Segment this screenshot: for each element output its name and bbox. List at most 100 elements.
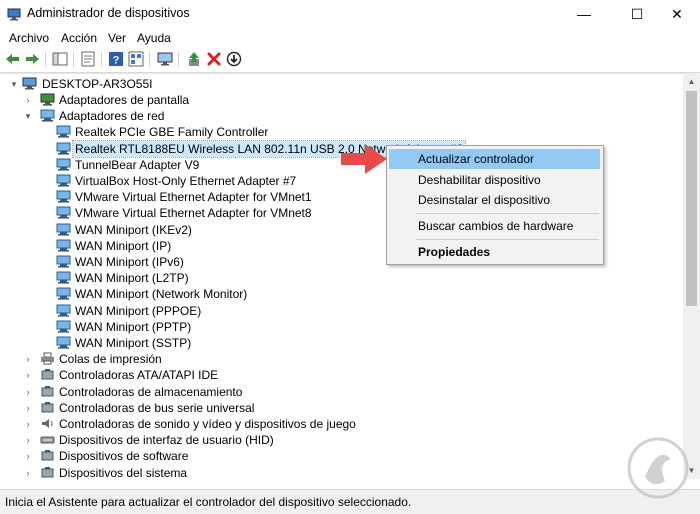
tree-item-label: Dispositivos del sistema <box>59 465 188 480</box>
system-device-icon <box>41 466 54 478</box>
network-card-icon <box>56 255 71 268</box>
scan-hardware-icon[interactable] <box>157 51 173 67</box>
tree-item-label: Dispositivos de software <box>59 449 189 464</box>
display-adapter-icon <box>40 93 55 106</box>
menu-item-uninstall-device[interactable]: Desinstalar el dispositivo <box>389 190 600 210</box>
storage-controller-icon <box>41 385 54 397</box>
expand-icon[interactable]: › <box>23 92 33 108</box>
menu-separator <box>416 239 599 240</box>
usb-controller-icon <box>41 401 54 413</box>
toolbar-separator <box>178 52 179 67</box>
expand-icon[interactable]: › <box>23 367 33 383</box>
menu-archivo[interactable]: Archivo <box>9 31 49 45</box>
toolbar-separator <box>73 52 74 67</box>
title-bar: Administrador de dispositivos — ☐ ✕ <box>0 0 700 29</box>
menu-item-label: Buscar cambios de hardware <box>418 219 574 233</box>
back-icon[interactable] <box>5 51 21 67</box>
view-icon[interactable] <box>128 51 144 67</box>
collapse-icon[interactable]: ▾ <box>23 108 33 124</box>
annotation-arrow-icon <box>341 144 387 174</box>
menu-item-label: Desinstalar el dispositivo <box>418 193 551 207</box>
close-button[interactable]: ✕ <box>654 0 700 29</box>
update-driver-icon[interactable] <box>186 51 202 67</box>
menu-item-label: Deshabilitar dispositivo <box>418 173 541 187</box>
menu-item-label: Actualizar controlador <box>418 152 535 166</box>
collapse-icon[interactable]: ▾ <box>9 76 19 92</box>
network-card-icon <box>56 158 71 171</box>
network-card-icon <box>56 239 71 252</box>
network-card-icon <box>56 174 71 187</box>
scroll-up-icon[interactable]: ▲ <box>683 73 700 90</box>
menu-item-update-driver[interactable]: Actualizar controlador <box>389 149 600 169</box>
toolbar-separator <box>101 52 102 67</box>
toolbar-separator <box>149 52 150 67</box>
menu-ver[interactable]: Ver <box>108 31 126 45</box>
menu-accion[interactable]: Acción <box>61 31 97 45</box>
expand-icon[interactable]: › <box>23 384 33 400</box>
expand-icon[interactable]: › <box>23 351 33 367</box>
expand-icon[interactable]: › <box>23 465 33 480</box>
tree-item-label: VMware Virtual Ethernet Adapter for VMne… <box>75 190 312 205</box>
tree-item-label: WAN Miniport (L2TP) <box>75 271 189 286</box>
window-title: Administrador de dispositivos <box>27 6 190 20</box>
status-bar: Inicia el Asistente para actualizar el c… <box>0 489 700 514</box>
ide-controller-icon <box>41 369 54 380</box>
network-card-icon <box>56 320 71 333</box>
disable-device-icon[interactable] <box>226 51 242 67</box>
expand-icon[interactable]: › <box>23 432 33 448</box>
tree-item-label: Realtek PCIe GBE Family Controller <box>75 125 269 140</box>
scrollbar-thumb[interactable] <box>686 91 697 306</box>
menu-ayuda[interactable]: Ayuda <box>137 31 171 45</box>
tree-item-label: Dispositivos de interfaz de usuario (HID… <box>59 433 274 448</box>
printer-icon <box>41 352 54 365</box>
network-card-icon <box>56 125 71 138</box>
software-device-icon <box>41 450 54 461</box>
tree-item-label: WAN Miniport (SSTP) <box>75 336 192 350</box>
network-card-icon <box>56 304 71 317</box>
forward-icon[interactable] <box>24 51 40 67</box>
tree-item-label: VMware Virtual Ethernet Adapter for VMne… <box>75 206 312 221</box>
vertical-scrollbar[interactable]: ▲ ▼ <box>683 73 700 479</box>
menu-separator <box>416 213 599 214</box>
network-card-icon <box>56 271 71 284</box>
tree-item-label: WAN Miniport (Network Monitor) <box>75 287 248 302</box>
computer-icon <box>22 77 37 90</box>
menu-bar: Archivo Acción Ver Ayuda <box>0 29 700 48</box>
status-text: Inicia el Asistente para actualizar el c… <box>5 495 412 509</box>
device-manager-icon <box>7 8 21 21</box>
expand-icon[interactable]: › <box>23 400 33 416</box>
show-hide-tree-icon[interactable] <box>52 51 68 67</box>
network-card-icon <box>56 336 71 349</box>
network-card-icon <box>56 206 71 219</box>
tree-root-label: DESKTOP-AR3O55I <box>42 77 153 91</box>
tree-item-label: Adaptadores de pantalla <box>59 93 190 107</box>
tree-item-label: WAN Miniport (IP) <box>75 238 172 253</box>
hid-icon <box>40 436 55 444</box>
network-card-icon <box>56 142 71 155</box>
tree-item-label: Adaptadores de red <box>59 109 165 124</box>
tree-item-label: Colas de impresión <box>59 352 162 367</box>
tree-item-label: Controladoras de bus serie universal <box>59 400 255 415</box>
expand-icon[interactable]: › <box>23 448 33 464</box>
menu-item-label: Propiedades <box>418 245 491 259</box>
watermark-logo <box>627 437 689 499</box>
tree-item-label: VirtualBox Host-Only Ethernet Adapter #7 <box>75 174 297 188</box>
tree-item-label: WAN Miniport (PPTP) <box>75 319 192 334</box>
uninstall-icon[interactable] <box>206 51 222 67</box>
properties-icon[interactable] <box>80 51 96 67</box>
network-card-icon <box>56 190 71 203</box>
svg-text:?: ? <box>113 55 120 67</box>
device-tree[interactable]: ▾ DESKTOP-AR3O55I › Adaptadores de pantal… <box>0 73 700 480</box>
expand-icon[interactable]: › <box>23 416 33 432</box>
tree-item-label: WAN Miniport (IKEv2) <box>75 222 192 237</box>
network-card-icon <box>56 223 71 236</box>
menu-item-scan-hardware[interactable]: Buscar cambios de hardware <box>389 216 600 236</box>
network-adapter-icon <box>40 109 55 122</box>
help-icon[interactable]: ? <box>108 51 124 67</box>
menu-item-disable-device[interactable]: Deshabilitar dispositivo <box>389 170 600 190</box>
tree-item-label: Controladoras de almacenamiento <box>59 384 243 399</box>
network-card-icon <box>56 287 71 300</box>
menu-item-properties[interactable]: Propiedades <box>389 242 600 262</box>
toolbar-separator <box>45 52 46 67</box>
minimize-button[interactable]: — <box>561 0 607 29</box>
